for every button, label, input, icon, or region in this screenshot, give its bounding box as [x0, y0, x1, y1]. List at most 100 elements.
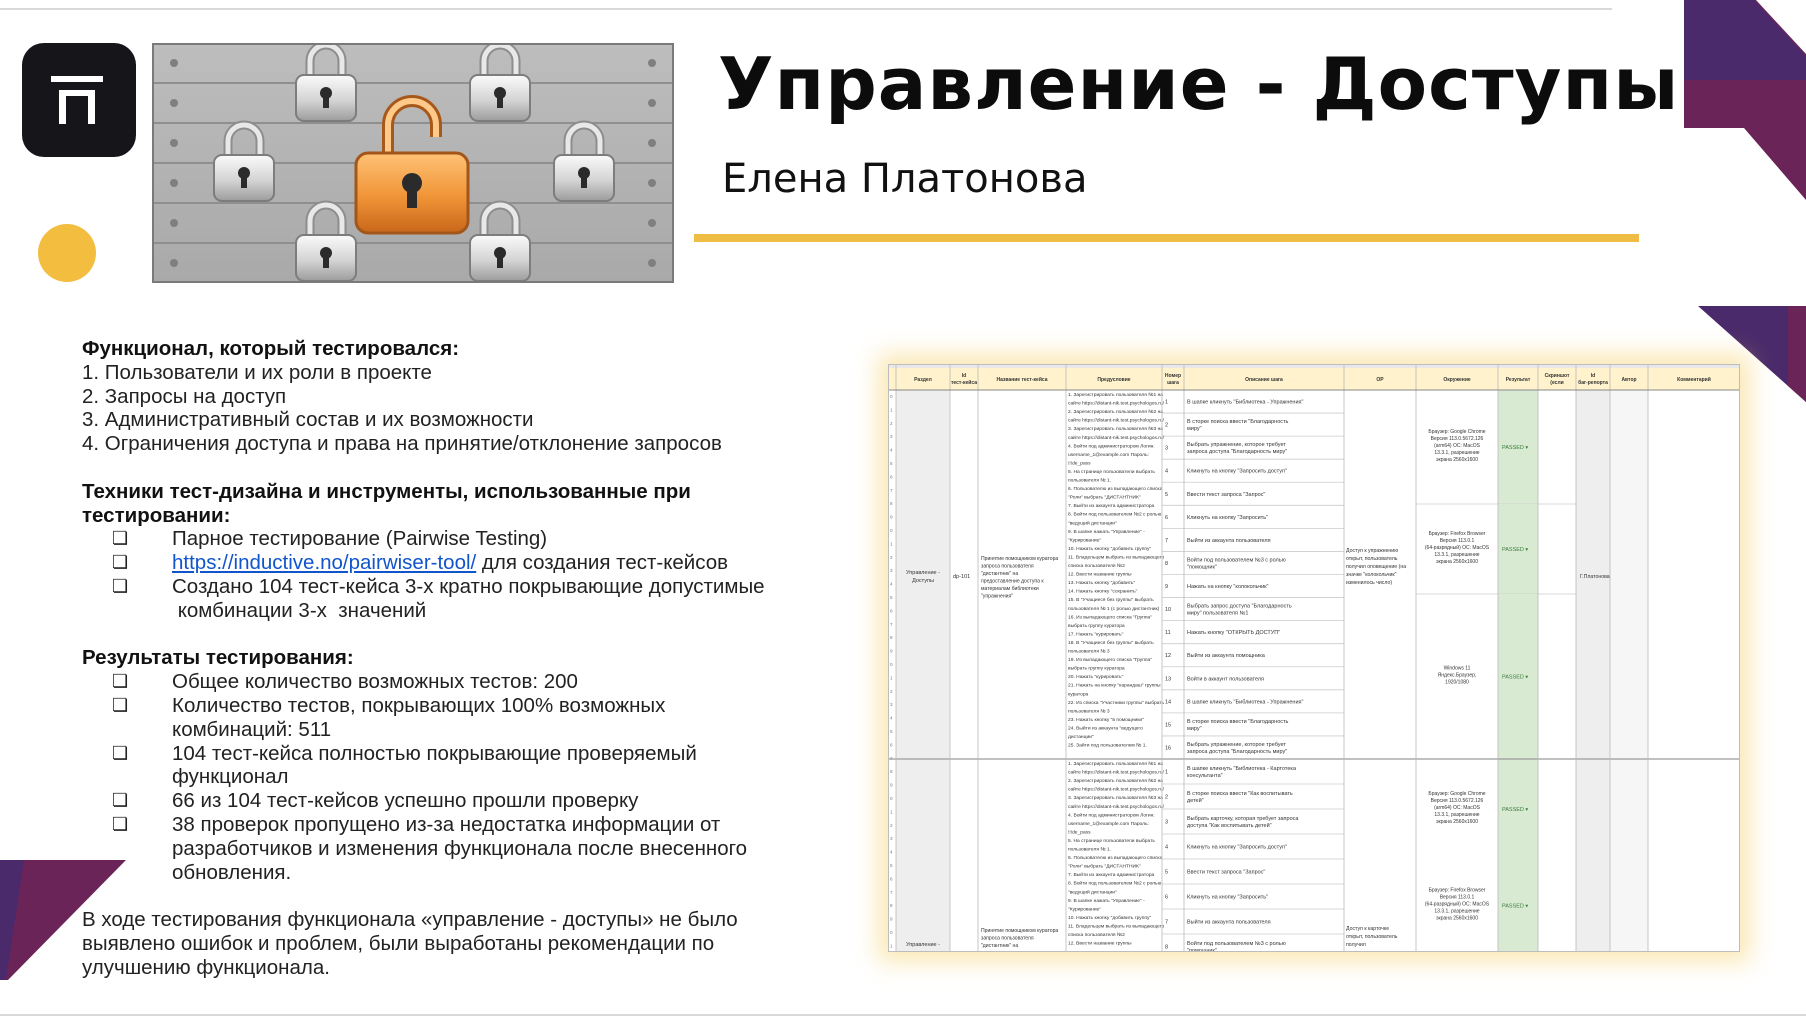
environment-text: Браузер: Google Chrome [1428, 429, 1485, 435]
section-label: Управление - [906, 942, 940, 948]
results-heading: Результаты тестирования: [82, 646, 354, 670]
content-block: Функционал, который тестировался: 1. Пол… [82, 337, 842, 980]
bullet-icon: ❏ [112, 813, 129, 835]
precondition-text: 14. Нажать кнопку "сохранить" [1068, 589, 1138, 595]
precondition-text: 9. В шапке нажать "Управление" - [1068, 529, 1145, 535]
result-item: ❏ Количество тестов, покрывающих 100% во… [82, 694, 842, 742]
row-number: 4 [890, 716, 893, 721]
precondition-text: 11. Владельцем выбрать из выпадающего [1068, 923, 1164, 929]
pairwiser-link[interactable]: https://inductive.no/pairwiser-tool/ [172, 551, 476, 574]
environment-text: Версия 113.0.1 [1440, 538, 1475, 544]
precondition-text: "ведущий дистанции" [1068, 888, 1117, 895]
bullet-icon: ❏ [112, 694, 129, 716]
expected-text: Доступ к карточке [1346, 926, 1389, 932]
expected-text: открыт, пользователь [1346, 934, 1398, 940]
case-title: предоставление доступа к [981, 579, 1044, 585]
row-number: 7 [890, 622, 893, 627]
technique-text: Создано 104 тест-кейса 3-х кратно покрыв… [172, 574, 765, 598]
environment-text: экрана 2560х1600 [1436, 559, 1478, 565]
precondition-text: 10. Нажать кнопку "добавить группу" [1068, 546, 1151, 552]
technique-item: ❏ https://inductive.no/pairwiser-tool/ д… [82, 551, 842, 575]
row-number: 5 [890, 595, 893, 600]
step-number: 4 [1165, 469, 1168, 475]
row-number: 8 [890, 903, 893, 908]
step-text: В сторке поиска ввести "Как воспитывать [1187, 791, 1293, 797]
environment-text: Версия 113.0.5672.126 [1431, 436, 1484, 442]
result-text: Количество тестов, покрывающих 100% возм… [172, 693, 666, 717]
step-number: 12 [1165, 653, 1171, 659]
row-number: 8 [890, 635, 893, 640]
precondition-text: 18. В "Учащиеся без группы" выбрать [1068, 640, 1154, 646]
result-item: ❏ 38 проверок пропущено из-за недостатка… [82, 813, 842, 884]
step-number: 14 [1165, 699, 1171, 705]
header-cell: тест-кейса [951, 379, 977, 386]
precondition-text: "Роли" выбрать "ДИСТАНТНИК" [1068, 495, 1141, 501]
environment-text: экрана 2560х1600 [1436, 916, 1478, 922]
step-number: 10 [1165, 607, 1171, 613]
step-text: Ввести текст запроса "Запрос" [1187, 870, 1265, 876]
precondition-text: 4. Войти под администратором Логин: [1068, 442, 1155, 449]
header-cell: Результат [1506, 377, 1531, 383]
bullet-icon: ❏ [112, 790, 129, 812]
environment-text: (64-разрядный) ОС: MacOS [1425, 544, 1490, 551]
case-title: материалам библиотеки [981, 586, 1039, 592]
precondition-text: 5. На странице пользователи выбрать [1068, 469, 1155, 475]
row-number: 2 [890, 555, 893, 560]
precondition-text: 4. Войти под администратором Логин: [1068, 811, 1155, 818]
row-number: 3 [890, 836, 893, 841]
conclusion-text: улучшению функционала. [82, 955, 330, 979]
step-text: В шапке кликнуть "Библиотека - Упражнени… [1187, 400, 1304, 406]
row-number: 0 [890, 528, 893, 533]
expected-text: изменилось число) [1346, 580, 1392, 586]
result-label: PASSED ▾ [1502, 547, 1528, 553]
step-text: Кликнуть на кнопку "Запросить доступ" [1187, 469, 1287, 475]
precondition-text: пользователя № 3 [1068, 649, 1110, 655]
step-text: Выйти из аккаунта помощника [1187, 652, 1266, 659]
row-number: 6 [890, 742, 893, 747]
row-number: 1 [890, 943, 893, 948]
yellow-dot [38, 224, 96, 282]
precondition-text: 21. Нажать на кнопку "карандаш" группы [1068, 683, 1161, 689]
result-text: 104 тест-кейса полностью покрывающие про… [172, 741, 697, 765]
row-number: 0 [890, 930, 893, 935]
precondition-text: 25. Зайти под пользователем № 1. [1068, 742, 1147, 749]
row-number: 1 [890, 407, 893, 412]
row-number: 9 [890, 515, 893, 520]
step-text: В шапке кликнуть "Библиотека - Упражнени… [1187, 699, 1304, 705]
header-cell: баг-репорта [1578, 379, 1608, 386]
functional-item: 1. Пользователи и их роли в проекте [82, 360, 432, 384]
expected-text: получил [1346, 942, 1366, 948]
precondition-text: сайте https://distant-nik.test.psycholog… [1068, 803, 1165, 810]
header-cell: Описание шага [1245, 377, 1283, 383]
precondition-text: сайте https://distant-nik.test.psycholog… [1068, 786, 1165, 793]
top-right-corner-decoration [1684, 0, 1806, 200]
row-number: 5 [890, 729, 893, 734]
step-text: "помощник" [1187, 564, 1217, 570]
technique-text: для создания тест-кейсов [476, 551, 729, 575]
precondition-text: username_1@example.com Пароль: [1068, 452, 1149, 458]
result-item: ❏ 66 из 104 тест-кейсов успешно прошли п… [82, 789, 842, 813]
precondition-text: "Роли" выбрать "ДИСТАНТНИК" [1068, 864, 1141, 870]
environment-text: (arm64) ОС: MacOS [1434, 443, 1481, 449]
bullet-icon: ❏ [112, 671, 129, 693]
technique-text: Парное тестирование (Pairwise Testing) [172, 527, 548, 551]
precondition-text: пользователя № 1 (с ролью дистантник) [1068, 606, 1160, 612]
header-cell: Id [962, 373, 966, 379]
precondition-text: 12. Ввести название группы [1068, 941, 1132, 947]
step-text: запроса доступа "Благодарность миру" [1187, 449, 1287, 455]
environment-text: (arm64) ОС: MacOS [1434, 805, 1481, 811]
step-number: 2 [1165, 423, 1168, 429]
functional-item: 2. Запросы на доступ [82, 384, 287, 408]
header-cell: Автор [1621, 377, 1636, 383]
bullet-icon: ❏ [112, 575, 129, 597]
case-title: Принятие помощником куратора [981, 928, 1058, 934]
row-number: 6 [890, 474, 893, 479]
result-text: разработчиков и изменения функционала по… [172, 836, 748, 860]
technique-item: ❏ Парное тестирование (Pairwise Testing) [82, 527, 842, 551]
environment-text: 13.3.1, разрешение [1434, 450, 1479, 456]
row-number: 3 [890, 568, 893, 573]
precondition-text: 6. Пользователю из выпадающего списка [1068, 486, 1163, 492]
environment-text: Версия 113.0.5672.126 [1431, 798, 1484, 804]
environment-text: Браузер: Google Chrome [1428, 791, 1485, 797]
step-text: миру" пользователя №1 [1187, 611, 1248, 617]
